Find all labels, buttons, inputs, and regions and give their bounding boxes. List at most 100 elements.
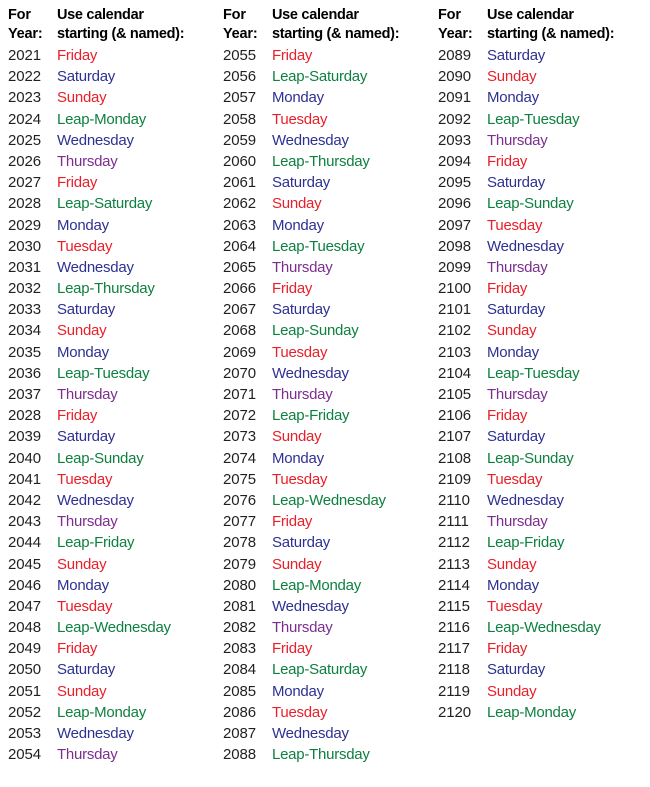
calendar-day-cell: Friday: [272, 640, 313, 658]
header-for-year-line1-0: For: [8, 7, 31, 23]
table-row: 2097 Tuesday: [430, 215, 645, 236]
calendar-day-cell: Saturday: [487, 47, 546, 64]
year-cell: 2037: [8, 386, 41, 403]
calendar-day-cell: Leap-Sunday: [487, 449, 574, 467]
calendar-day-cell: Thursday: [272, 258, 333, 276]
year-cell: 2048: [8, 619, 41, 637]
calendar-day-cell: Friday: [57, 407, 98, 425]
year-cell: 2036: [8, 364, 41, 382]
year-cell: 2079: [223, 555, 256, 573]
calendar-day-cell: Saturday: [57, 301, 116, 319]
calendar-day-cell: Tuesday: [272, 343, 328, 361]
year-cell: 2026: [8, 152, 41, 170]
year-cell: 2104: [438, 364, 471, 382]
calendar-day-cell: Thursday: [487, 258, 548, 276]
table-row: 2040 Leap-Sunday: [0, 448, 215, 469]
table-row: 2063 Monday: [215, 215, 430, 236]
table-row: 2075 Tuesday: [215, 469, 430, 490]
table-row: 2120 Leap-Monday: [430, 702, 645, 723]
calendar-day-cell: Leap-Friday: [272, 407, 350, 425]
table-row: 2039 Saturday: [0, 426, 215, 447]
calendar-day-cell: Friday: [272, 513, 313, 531]
column-header-0: For Year: Use calendar starting (& named):: [0, 6, 215, 46]
table-row: 2080 Leap-Monday: [215, 575, 430, 596]
year-cell: 2088: [223, 746, 256, 764]
header-for-year-line2-0: Year:: [8, 26, 43, 42]
table-row: 2055 Friday: [215, 45, 430, 66]
calendar-day-cell: Wednesday: [487, 491, 564, 509]
calendar-column-0: For Year: Use calendar starting (& named): 2…: [0, 0, 215, 787]
year-cell: 2117: [438, 640, 470, 658]
calendar-day-cell: Friday: [487, 640, 528, 658]
year-cell: 2041: [8, 470, 41, 488]
calendar-day-cell: Thursday: [57, 746, 118, 764]
year-cell: 2040: [8, 449, 41, 467]
table-row: 2108 Leap-Sunday: [430, 448, 645, 469]
table-row: 2062 Sunday: [215, 193, 430, 214]
table-row: 2022 Saturday: [0, 66, 215, 87]
table-row: 2070 Wednesday: [215, 363, 430, 384]
year-cell: 2044: [8, 534, 41, 552]
calendar-day-cell: Saturday: [57, 68, 116, 86]
table-row: 2064 Leap-Tuesday: [215, 236, 430, 257]
year-cell: 2049: [8, 640, 41, 658]
table-row: 2066 Friday: [215, 278, 430, 299]
year-cell: 2091: [438, 89, 471, 107]
header-for-year-line1-2: For: [438, 7, 461, 23]
calendar-day-cell: Sunday: [487, 68, 537, 86]
table-row: 2071 Thursday: [215, 384, 430, 405]
table-row: 2051 Sunday: [0, 681, 215, 702]
table-row: 2050 Saturday: [0, 659, 215, 680]
calendar-day-cell: Friday: [57, 174, 98, 192]
calendar-day-cell: Monday: [57, 343, 109, 361]
table-row: 2089 Saturday: [430, 45, 645, 66]
calendar-day-cell: Friday: [57, 640, 98, 658]
year-cell: 2033: [8, 301, 41, 319]
calendar-day-cell: Saturday: [272, 534, 331, 552]
table-row: 2053 Wednesday: [0, 723, 215, 744]
header-for-year-0: For Year:: [8, 6, 60, 44]
column-header-1: For Year: Use calendar starting (& named):: [215, 6, 430, 46]
calendar-day-cell: Thursday: [487, 513, 548, 531]
year-cell: 2089: [438, 47, 471, 64]
calendar-day-cell: Monday: [272, 449, 324, 467]
calendar-day-cell: Leap-Wednesday: [272, 491, 386, 509]
year-cell: 2096: [438, 195, 471, 213]
table-row: 2033 Saturday: [0, 299, 215, 320]
header-use-calendar-line2-0: starting (& named):: [57, 26, 185, 42]
year-cell: 2119: [438, 682, 470, 700]
calendar-day-cell: Leap-Thursday: [272, 746, 370, 764]
calendar-day-cell: Leap-Monday: [57, 110, 146, 128]
table-row: 2044 Leap-Friday: [0, 532, 215, 553]
calendar-day-cell: Friday: [487, 280, 528, 298]
calendar-day-cell: Wednesday: [272, 597, 349, 615]
year-cell: 2069: [223, 343, 256, 361]
year-cell: 2111: [438, 513, 469, 531]
calendar-day-cell: Wednesday: [57, 131, 134, 149]
calendar-day-cell: Monday: [57, 576, 109, 594]
table-row: 2077 Friday: [215, 511, 430, 532]
year-cell: 2072: [223, 407, 256, 425]
year-cell: 2035: [8, 343, 41, 361]
calendar-day-cell: Leap-Saturday: [272, 68, 368, 86]
calendar-day-cell: Saturday: [487, 301, 546, 319]
year-cell: 2097: [438, 216, 471, 234]
table-row: 2056 Leap-Saturday: [215, 66, 430, 87]
year-cell: 2060: [223, 152, 256, 170]
year-cell: 2059: [223, 131, 256, 149]
year-cell: 2098: [438, 237, 471, 255]
year-cell: 2080: [223, 576, 256, 594]
calendar-day-cell: Sunday: [272, 428, 322, 446]
header-use-calendar-line2-2: starting (& named):: [487, 26, 615, 42]
year-cell: 2114: [438, 576, 470, 594]
calendar-day-cell: Tuesday: [57, 470, 113, 488]
table-row: 2093 Thursday: [430, 130, 645, 151]
header-for-year-line1-1: For: [223, 7, 246, 23]
calendar-day-cell: Thursday: [57, 513, 118, 531]
calendar-day-cell: Tuesday: [272, 110, 328, 128]
year-cell: 2046: [8, 576, 41, 594]
calendar-day-cell: Wednesday: [487, 237, 564, 255]
calendar-day-cell: Leap-Tuesday: [272, 237, 365, 255]
calendar-day-cell: Friday: [57, 47, 98, 64]
year-cell: 2106: [438, 407, 471, 425]
